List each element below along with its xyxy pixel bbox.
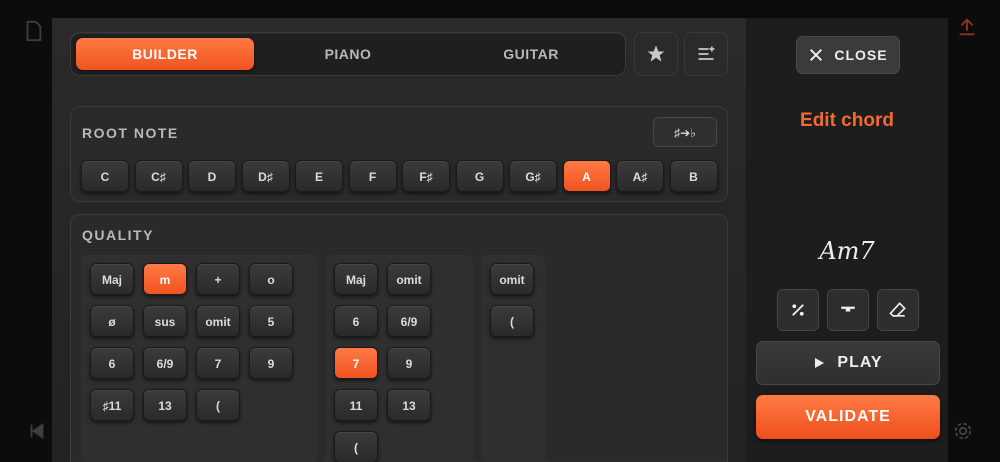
upload-icon[interactable]: [956, 16, 978, 38]
favorite-button[interactable]: [634, 32, 678, 76]
note-key[interactable]: E: [295, 160, 343, 192]
quality-key[interactable]: 7: [196, 347, 240, 379]
note-key[interactable]: C: [81, 160, 129, 192]
quality-key[interactable]: 6: [334, 305, 378, 337]
quality-key[interactable]: 13: [143, 389, 187, 421]
erase-button[interactable]: [877, 289, 919, 331]
eraser-icon: [889, 302, 906, 317]
quality-key[interactable]: (: [196, 389, 240, 421]
quality-key[interactable]: Maj: [334, 263, 378, 295]
close-icon: [810, 48, 823, 62]
minus-icon: [841, 306, 855, 312]
quality-key[interactable]: 9: [249, 347, 293, 379]
note-key[interactable]: C♯: [134, 160, 183, 192]
quality-key[interactable]: +: [196, 263, 240, 295]
quality-key[interactable]: 11: [334, 389, 378, 421]
edit-chord-title: Edit chord: [800, 110, 894, 131]
play-icon: [815, 358, 825, 368]
note-key[interactable]: D: [188, 160, 236, 192]
quality-title: QUALITY: [82, 227, 154, 243]
quality-key[interactable]: 6: [90, 347, 134, 379]
close-label: CLOSE: [834, 47, 888, 63]
file-icon: [26, 20, 42, 42]
chord-name-display: Am7: [819, 237, 875, 265]
note-key[interactable]: F♯: [402, 160, 450, 192]
chord-builder-panel: BUILDER PIANO GUITAR ROOT NOTE ♯➔♭ C C♯ D D…: [52, 18, 746, 462]
quality-key[interactable]: ♯11: [90, 389, 134, 421]
note-key[interactable]: F: [348, 160, 397, 192]
note-key[interactable]: G♯: [509, 160, 557, 192]
quality-key[interactable]: omit: [196, 305, 240, 337]
quality-key[interactable]: o: [249, 263, 293, 295]
tab-piano[interactable]: PIANO: [259, 38, 437, 70]
playlist-add-icon: [698, 46, 715, 60]
quality-key[interactable]: (: [490, 305, 534, 337]
percent-button[interactable]: [777, 289, 819, 331]
percent-icon: [792, 304, 804, 316]
note-key[interactable]: D♯: [241, 160, 290, 192]
play-label: PLAY: [837, 354, 883, 371]
sharp-flat-toggle[interactable]: ♯➔♭: [653, 117, 717, 147]
quality-key[interactable]: omit: [490, 263, 534, 295]
tab-builder[interactable]: BUILDER: [76, 38, 254, 70]
quality-key[interactable]: 9: [387, 347, 431, 379]
star-icon: [647, 45, 665, 62]
quality-key[interactable]: omit: [387, 263, 431, 295]
quality-key[interactable]: ø: [90, 305, 134, 337]
note-key[interactable]: A♯: [616, 160, 664, 192]
validate-button[interactable]: VALIDATE: [756, 395, 940, 439]
slash-bar-button[interactable]: [827, 289, 869, 331]
quality-panel: QUALITY Maj m + o ø sus omit 5 6 6/9 7 9 ♯11 13(Maj om…: [70, 214, 728, 462]
note-key[interactable]: B: [669, 160, 718, 192]
left-background: [0, 0, 52, 462]
edit-side-panel: CLOSE Edit chord Am7 PLAY VALIDATE: [746, 18, 948, 462]
quality-key[interactable]: 13: [387, 389, 431, 421]
play-button[interactable]: PLAY: [756, 341, 940, 385]
quality-key[interactable]: sus: [143, 305, 187, 337]
quality-key[interactable]: 7: [334, 347, 378, 379]
skip-back-icon: [30, 422, 44, 440]
root-note-title: ROOT NOTE: [82, 125, 179, 141]
quality-key[interactable]: 6/9: [143, 347, 187, 379]
quality-key[interactable]: 6/9: [387, 305, 431, 337]
note-key[interactable]: A: [562, 160, 611, 192]
close-button[interactable]: CLOSE: [796, 36, 900, 74]
right-background: [948, 0, 1000, 462]
root-note-panel: ROOT NOTE ♯➔♭ C C♯ D D♯ E F F♯ G G♯ A A♯ B: [70, 106, 728, 202]
quality-key[interactable]: Maj: [90, 263, 134, 295]
quality-key[interactable]: (: [334, 431, 378, 462]
settings-icon[interactable]: [952, 420, 974, 442]
mode-tabs: BUILDER PIANO GUITAR: [70, 32, 626, 76]
note-key[interactable]: G: [455, 160, 504, 192]
quality-key[interactable]: 5: [249, 305, 293, 337]
add-to-list-button[interactable]: [684, 32, 728, 76]
tab-guitar[interactable]: GUITAR: [442, 38, 620, 70]
quality-key[interactable]: m: [143, 263, 187, 295]
